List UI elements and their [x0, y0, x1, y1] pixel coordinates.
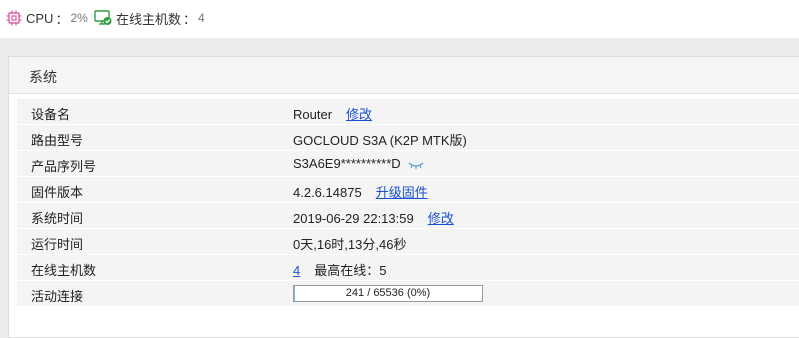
row-value: Router 修改	[293, 104, 372, 123]
row-label: 产品序列号	[31, 159, 97, 174]
row-label: 系统时间	[31, 211, 84, 226]
row-value: S3A6E9**********D	[293, 156, 424, 172]
cpu-stat: CPU ： 2%	[6, 8, 88, 28]
cpu-label: CPU	[26, 10, 54, 26]
row-firmware-version: 固件版本 4.2.6.14875 升级固件	[17, 176, 799, 202]
status-bar: CPU ： 2% 在线主机数 ： 4	[0, 0, 799, 38]
row-device-name: 设备名 Router 修改	[17, 98, 799, 124]
eye-closed-icon[interactable]	[408, 157, 424, 172]
cpu-separator: ：	[55, 11, 69, 27]
device-name-value: Router	[293, 107, 333, 122]
online-hosts-value: 4	[198, 11, 205, 25]
row-router-model: 路由型号 GOCLOUD S3A (K2P MTK版)	[17, 124, 799, 150]
row-system-time: 系统时间 2019-06-29 22:13:59 修改	[17, 202, 799, 228]
row-label: 运行时间	[31, 237, 84, 252]
row-uptime: 运行时间 0天,16时,13分,46秒	[17, 228, 799, 254]
online-hosts-separator: ：	[183, 11, 197, 27]
system-time-value: 2019-06-29 22:13:59	[293, 211, 414, 226]
system-panel: 系统 设备名 Router 修改 路由型号 GOCLOUD S3A (K2P MT…	[8, 56, 799, 338]
row-online-hosts: 在线主机数 4 最高在线：5	[17, 254, 799, 280]
row-value: 4 最高在线：5	[293, 260, 386, 279]
row-label: 活动连接	[31, 289, 84, 304]
cpu-value: 2%	[70, 11, 88, 25]
row-label: 设备名	[31, 107, 71, 122]
online-hosts-stat: 在线主机数 ： 4	[94, 8, 205, 28]
row-active-connections: 活动连接 241 / 65536 (0%)	[17, 280, 799, 306]
edit-device-name-link[interactable]: 修改	[346, 107, 372, 122]
uptime-value: 0天,16时,13分,46秒	[293, 237, 407, 252]
monitor-check-icon	[94, 10, 112, 26]
upgrade-firmware-link[interactable]: 升级固件	[376, 185, 428, 200]
online-hosts-link[interactable]: 4	[293, 263, 300, 278]
row-value: 2019-06-29 22:13:59 修改	[293, 208, 454, 227]
connections-progress-bar: 241 / 65536 (0%)	[293, 285, 483, 302]
panel-header: 系统	[9, 57, 799, 94]
firmware-version-value: 4.2.6.14875	[293, 185, 362, 200]
online-hosts-label: 在线主机数	[116, 11, 182, 27]
router-model-value: GOCLOUD S3A (K2P MTK版)	[293, 133, 467, 148]
row-label: 固件版本	[31, 185, 84, 200]
max-online-text: 最高在线：5	[314, 263, 387, 278]
serial-number-value: S3A6E9**********D	[293, 156, 401, 171]
connections-progress-text: 241 / 65536 (0%)	[345, 287, 431, 299]
panel-title: 系统	[29, 69, 57, 85]
edit-system-time-link[interactable]: 修改	[428, 211, 454, 226]
row-label: 路由型号	[31, 133, 84, 148]
row-serial-number: 产品序列号 S3A6E9**********D	[17, 150, 799, 176]
row-value: 4.2.6.14875 升级固件	[293, 182, 428, 201]
cpu-icon	[6, 10, 22, 26]
row-label: 在线主机数	[31, 263, 97, 278]
